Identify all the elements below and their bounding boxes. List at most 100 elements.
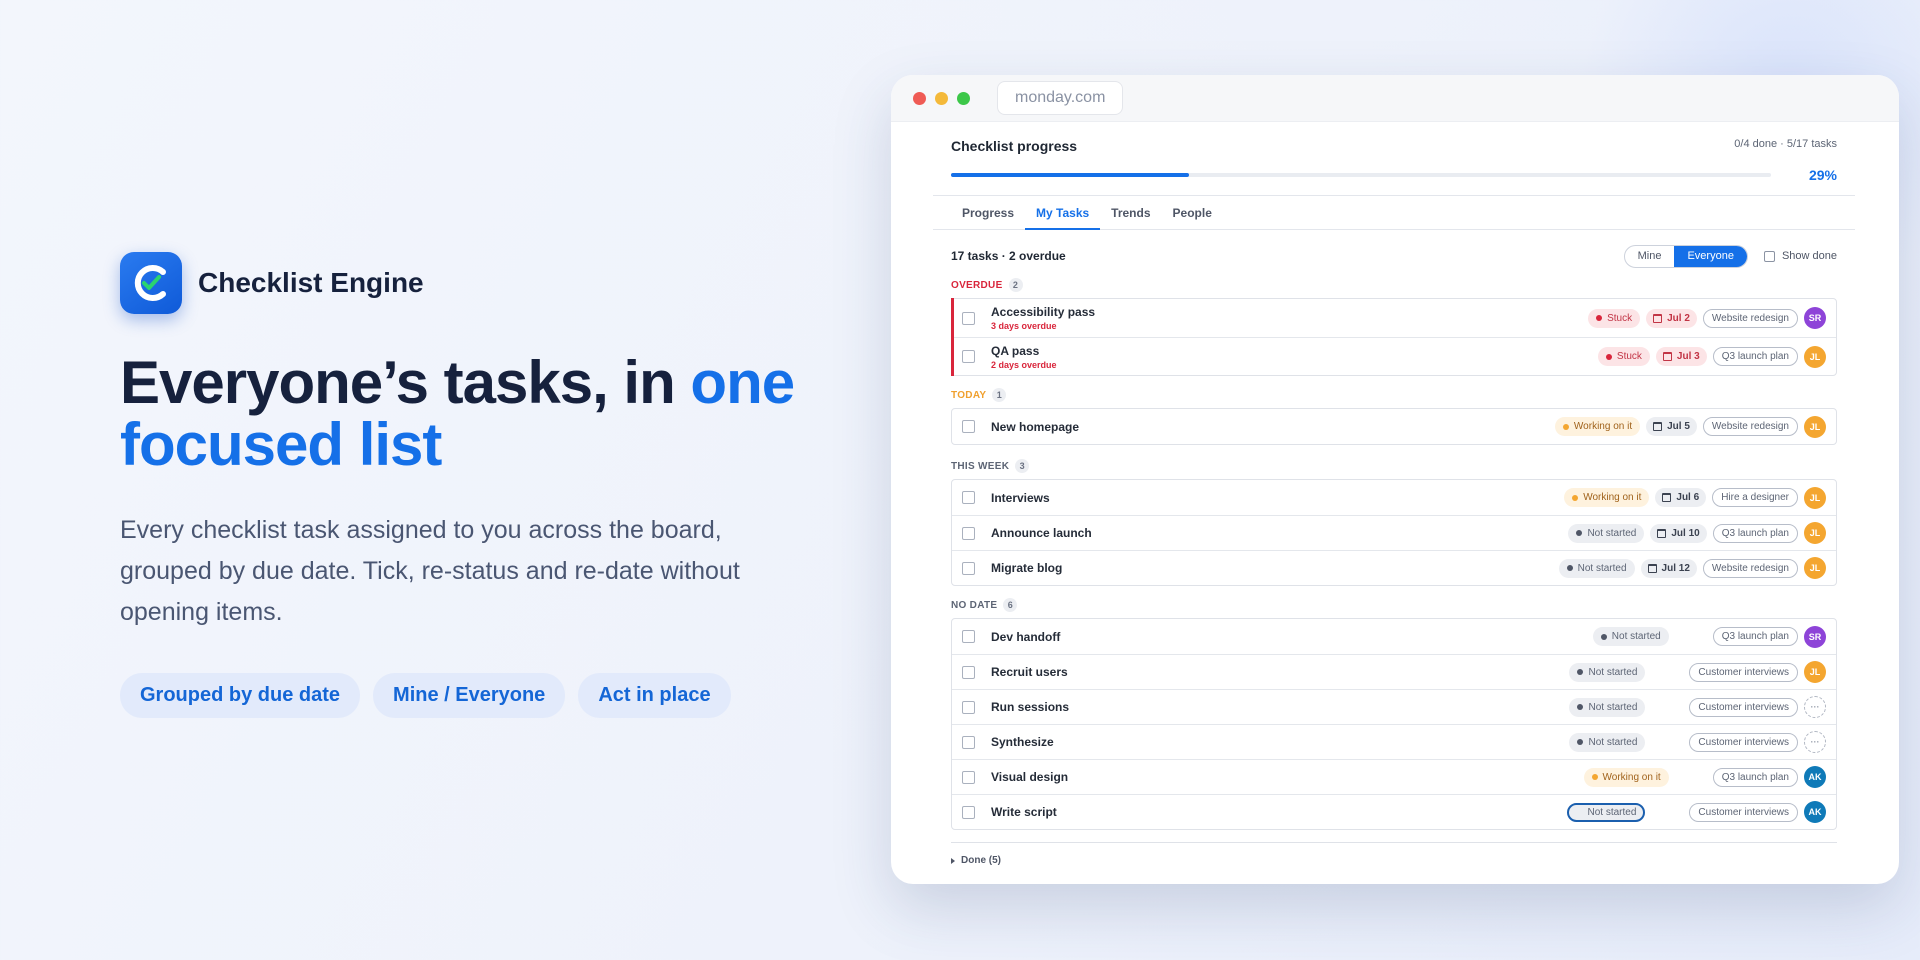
task-name[interactable]: Dev handoff <box>991 630 1060 644</box>
tab-trends[interactable]: Trends <box>1100 196 1161 229</box>
checkbox-icon[interactable] <box>1763 250 1775 262</box>
task-name[interactable]: Synthesize <box>991 735 1054 749</box>
board-tag[interactable]: Website redesign <box>1702 558 1798 578</box>
task-name[interactable]: New homepage <box>991 420 1079 434</box>
board-tag[interactable]: Customer interviews <box>1689 697 1798 717</box>
task-row[interactable]: Visual design Working on it Q3 launch plan… <box>952 759 1836 794</box>
task-row[interactable]: Announce launch Not started Jul 10 Q3 launc… <box>952 515 1836 550</box>
status-label: Not started <box>1611 631 1661 642</box>
status-pill[interactable]: Stuck <box>1588 308 1641 328</box>
assignee-avatar[interactable]: SR <box>1804 307 1826 329</box>
assignee-avatar[interactable]: AK <box>1804 766 1826 788</box>
due-date-pill[interactable]: Jul 6 <box>1655 488 1707 507</box>
task-row[interactable]: Interviews Working on it Jul 6 Hire a desig… <box>952 480 1836 515</box>
task-list: New homepage Working on it Jul 5 Website re… <box>951 408 1837 445</box>
task-name[interactable]: QA pass <box>991 344 1057 358</box>
assignee-avatar[interactable]: SR <box>1804 625 1826 648</box>
assignee-avatar[interactable]: ··· <box>1804 696 1826 718</box>
task-checkbox[interactable] <box>962 491 975 504</box>
maximize-window-button[interactable] <box>957 91 970 105</box>
task-row[interactable]: Synthesize Not started Customer interviews… <box>952 724 1836 759</box>
board-tag[interactable]: Customer interviews <box>1689 662 1798 682</box>
task-checkbox[interactable] <box>962 700 975 714</box>
assignee-avatar[interactable]: AK <box>1804 801 1826 823</box>
assignee-avatar[interactable]: JL <box>1804 415 1826 438</box>
status-pill[interactable]: Not started <box>1569 697 1646 717</box>
close-window-button[interactable] <box>913 91 926 105</box>
status-pill[interactable]: Not started <box>1592 627 1669 646</box>
due-date-pill[interactable]: Jul 2 <box>1646 308 1697 328</box>
board-tag[interactable]: Q3 launch plan <box>1712 627 1798 646</box>
status-pill[interactable]: Not started <box>1569 662 1646 682</box>
task-checkbox[interactable] <box>962 420 975 433</box>
task-checkbox[interactable] <box>962 311 975 325</box>
board-tag[interactable]: Hire a designer <box>1712 488 1798 507</box>
task-name[interactable]: Recruit users <box>991 665 1068 679</box>
task-checkbox[interactable] <box>962 630 975 643</box>
assignee-avatar[interactable]: JL <box>1804 345 1826 368</box>
board-tag[interactable]: Q3 launch plan <box>1712 767 1798 787</box>
task-name[interactable]: Run sessions <box>991 700 1069 714</box>
status-pill[interactable]: Not started <box>1569 732 1646 752</box>
status-pill[interactable]: Not started <box>1567 802 1646 822</box>
board-tag[interactable]: Q3 launch plan <box>1712 523 1798 543</box>
status-pill[interactable]: Working on it <box>1554 417 1641 436</box>
everyone-toggle-button[interactable]: Everyone <box>1674 245 1747 267</box>
status-pill[interactable]: Not started <box>1568 523 1645 543</box>
task-name[interactable]: Accessibility pass <box>991 305 1095 319</box>
task-checkbox[interactable] <box>962 526 975 540</box>
show-done-checkbox[interactable]: Show done <box>1763 250 1837 262</box>
task-checkbox[interactable] <box>962 350 975 363</box>
done-section-toggle[interactable]: Done (5) <box>951 842 1837 866</box>
status-pill[interactable]: Working on it <box>1583 767 1669 787</box>
task-row[interactable]: Migrate blog Not started Jul 12 Website red… <box>952 550 1836 585</box>
task-meta: Not started Customer interviews ··· <box>1569 731 1826 753</box>
task-row[interactable]: Recruit users Not started Customer intervi… <box>952 654 1836 689</box>
task-row[interactable]: Accessibility pass 3 days overdue Stuck Jul… <box>951 298 1836 338</box>
tab-people[interactable]: People <box>1162 196 1223 229</box>
task-checkbox[interactable] <box>962 665 975 679</box>
task-name[interactable]: Migrate blog <box>991 561 1062 575</box>
group-label-week: THIS WEEK 3 <box>951 459 1837 473</box>
tab-progress[interactable]: Progress <box>951 196 1025 229</box>
assignee-avatar[interactable]: JL <box>1804 557 1826 579</box>
task-row[interactable]: Write script Not started Customer intervie… <box>952 794 1836 829</box>
board-tag[interactable]: Website redesign <box>1702 417 1798 436</box>
task-count: 17 tasks · 2 overdue <box>951 249 1066 263</box>
task-checkbox[interactable] <box>962 805 975 819</box>
status-pill[interactable]: Not started <box>1558 558 1635 578</box>
assignee-avatar[interactable]: JL <box>1804 522 1826 544</box>
task-row[interactable]: Run sessions Not started Customer intervie… <box>952 689 1836 724</box>
due-date-pill[interactable]: Jul 12 <box>1640 558 1697 578</box>
task-checkbox[interactable] <box>962 770 975 784</box>
task-checkbox[interactable] <box>962 561 975 575</box>
board-tag[interactable]: Customer interviews <box>1689 802 1798 822</box>
task-meta: Stuck Jul 3 Q3 launch plan JL <box>1597 345 1826 368</box>
tab-my-tasks[interactable]: My Tasks <box>1025 196 1101 230</box>
due-date-pill[interactable]: Jul 5 <box>1646 417 1697 436</box>
mine-toggle-button[interactable]: Mine <box>1625 246 1675 267</box>
task-name[interactable]: Interviews <box>991 491 1050 505</box>
task-checkbox[interactable] <box>962 735 975 749</box>
due-date-pill[interactable]: Jul 10 <box>1650 523 1707 543</box>
task-name[interactable]: Announce launch <box>991 526 1092 540</box>
url-bar[interactable]: monday.com <box>997 81 1124 115</box>
assignee-avatar[interactable]: JL <box>1804 661 1826 683</box>
board-tag[interactable]: Customer interviews <box>1689 732 1798 752</box>
group-title: OVERDUE <box>951 279 1003 291</box>
task-row[interactable]: QA pass 2 days overdue Stuck Jul 3 Q3 launch… <box>951 337 1836 376</box>
minimize-window-button[interactable] <box>935 91 948 105</box>
board-tag[interactable]: Website redesign <box>1702 308 1798 328</box>
task-name[interactable]: Write script <box>991 805 1057 819</box>
assignee-avatar[interactable]: ··· <box>1804 731 1826 753</box>
task-row[interactable]: New homepage Working on it Jul 5 Website re… <box>952 409 1836 444</box>
group-label-nodate: NO DATE 6 <box>951 598 1837 612</box>
due-date-pill[interactable]: Jul 3 <box>1655 347 1707 366</box>
task-name[interactable]: Visual design <box>991 770 1068 784</box>
assignee-avatar[interactable]: JL <box>1804 486 1826 509</box>
board-tag[interactable]: Q3 launch plan <box>1712 347 1798 366</box>
status-pill[interactable]: Stuck <box>1597 347 1650 366</box>
status-pill[interactable]: Working on it <box>1564 488 1650 507</box>
task-row[interactable]: Dev handoff Not started Q3 launch plan SR <box>952 619 1836 654</box>
due-date-label: Jul 6 <box>1676 492 1700 503</box>
